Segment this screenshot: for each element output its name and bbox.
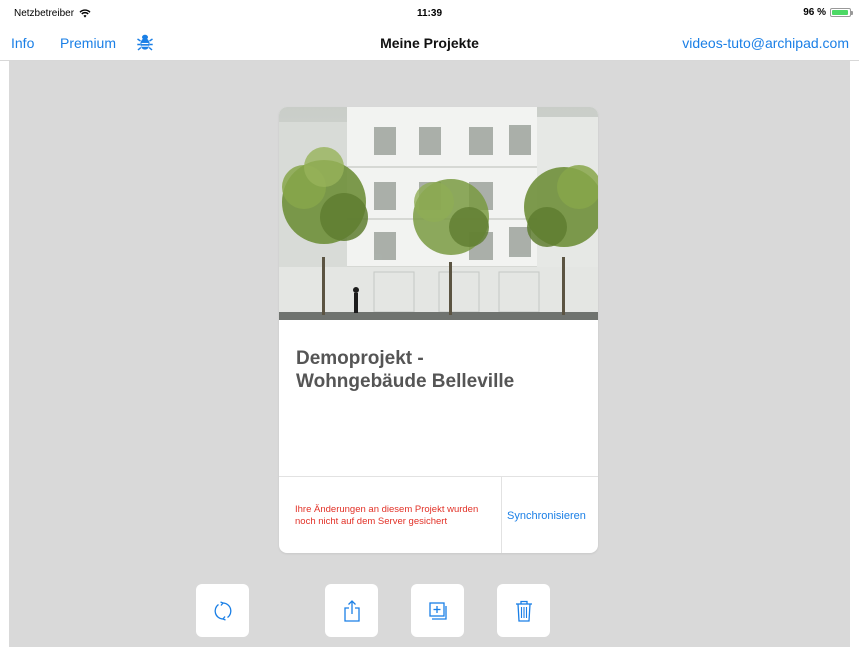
share-icon — [343, 599, 360, 622]
battery-status: 96 % — [803, 7, 853, 18]
status-bar: Netzbetreiber 11:39 96 % — [0, 0, 859, 28]
share-button[interactable] — [325, 584, 378, 637]
unsaved-warning-line-2: noch nicht auf dem Server gesichert — [295, 516, 448, 527]
premium-link[interactable]: Premium — [60, 35, 116, 51]
battery-nub — [851, 11, 853, 15]
project-title-line-2: Wohngebäude Belleville — [296, 371, 515, 392]
project-thumbnail[interactable] — [279, 107, 598, 320]
clock: 11:39 — [416, 8, 443, 19]
battery-icon — [830, 8, 853, 17]
battery-fill — [832, 10, 849, 15]
project-card[interactable]: Demoprojekt - Wohngebäude Belleville Ihr… — [279, 107, 598, 553]
refresh-icon — [214, 600, 231, 621]
projects-area: Demoprojekt - Wohngebäude Belleville Ihr… — [9, 61, 850, 647]
sync-button[interactable]: Synchronisieren — [507, 510, 586, 522]
project-title: Demoprojekt - Wohngebäude Belleville — [296, 347, 586, 393]
navigation-bar: Info Premium Meine Projekte videos-tuto@… — [0, 28, 859, 61]
project-title-line-1: Demoprojekt - — [296, 348, 424, 369]
refresh-button[interactable] — [196, 584, 249, 637]
battery-percent: 96 % — [803, 7, 826, 18]
footer-divider — [501, 477, 502, 553]
info-link[interactable]: Info — [11, 35, 34, 51]
project-card-footer: Ihre Änderungen an diesem Projekt wurden… — [279, 476, 598, 553]
account-link[interactable]: videos-tuto@archipad.com — [682, 35, 849, 51]
duplicate-icon — [428, 601, 447, 620]
unsaved-warning-line-1: Ihre Änderungen an diesem Projekt wurden — [295, 504, 479, 515]
bug-icon[interactable] — [137, 33, 153, 51]
delete-button[interactable] — [497, 584, 550, 637]
unsaved-warning: Ihre Änderungen an diesem Projekt wurden… — [295, 504, 505, 528]
trash-icon — [515, 600, 532, 622]
duplicate-button[interactable] — [411, 584, 464, 637]
